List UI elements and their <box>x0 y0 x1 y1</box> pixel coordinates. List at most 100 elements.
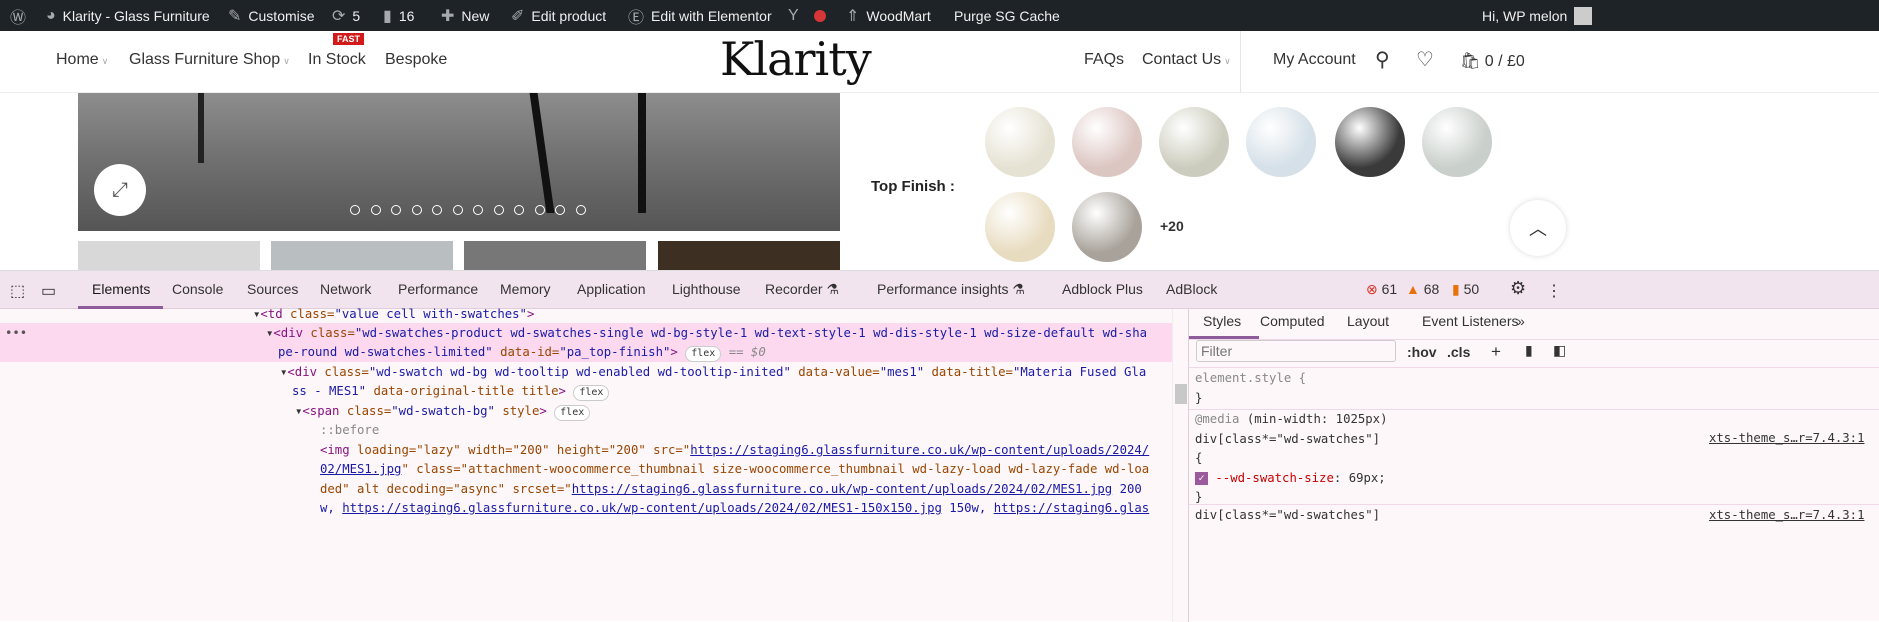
property-checkbox[interactable]: ✓ <box>1195 471 1208 485</box>
gallery-thumbnail[interactable] <box>464 241 646 270</box>
slider-dot[interactable] <box>534 205 545 215</box>
issues-count[interactable]: ▮ 50 <box>1452 281 1479 298</box>
finish-swatch[interactable] <box>1246 107 1316 177</box>
tab-event-listeners[interactable]: Event Listeners <box>1422 313 1519 329</box>
toggle-sidebar-icon[interactable]: ◧ <box>1553 342 1566 359</box>
paint-brush-icon[interactable]: ▮ <box>1525 342 1533 359</box>
dom-node-swatches-div-cont[interactable]: pe-round wd-swatches-limited" data-id="p… <box>278 343 766 363</box>
new-link[interactable]: ✚ New <box>441 0 489 31</box>
media-rule[interactable]: @media (min-width: 1025px) div[class*="wd… <box>1195 410 1388 508</box>
cls-toggle[interactable]: .cls <box>1447 344 1470 360</box>
more-options-icon[interactable]: ⋮ <box>1546 281 1562 301</box>
nav-bespoke[interactable]: Bespoke <box>385 51 447 69</box>
finish-swatch[interactable] <box>985 192 1055 262</box>
tab-recorder[interactable]: Recorder ⚗ <box>765 281 839 298</box>
slider-dot[interactable] <box>370 205 381 215</box>
finish-swatch[interactable] <box>1335 107 1405 177</box>
purge-cache-link[interactable]: Purge SG Cache <box>954 0 1060 31</box>
tab-console[interactable]: Console <box>172 281 223 297</box>
edit-product-link[interactable]: ✐ Edit product <box>511 0 606 31</box>
more-tabs-icon[interactable]: » <box>1517 313 1525 329</box>
device-toolbar-icon[interactable]: ▭ <box>41 281 56 301</box>
tab-network[interactable]: Network <box>320 281 371 297</box>
comments-link[interactable]: ▮ 16 <box>383 0 414 31</box>
tab-adblock[interactable]: AdBlock <box>1166 281 1217 297</box>
wordpress-logo-icon[interactable]: Ⓦ <box>10 0 26 31</box>
nav-in-stock[interactable]: In Stock <box>308 51 366 69</box>
slider-dot[interactable] <box>514 205 524 215</box>
yoast-link[interactable]: Y <box>788 0 826 31</box>
slider-dot[interactable] <box>473 205 483 215</box>
nav-shop[interactable]: Glass Furniture Shop ∨ <box>129 51 290 69</box>
woodmart-link[interactable]: ⇑ WoodMart <box>846 0 931 31</box>
search-icon[interactable]: ⚲ <box>1375 47 1390 72</box>
finish-swatch[interactable] <box>1159 107 1229 177</box>
element-style-rule[interactable]: element.style {} <box>1195 369 1306 408</box>
account-menu[interactable]: Hi, WP melon <box>1482 0 1593 31</box>
tab-styles[interactable]: Styles <box>1203 313 1241 329</box>
customise-link[interactable]: ✎ Customise <box>228 0 315 31</box>
my-account-link[interactable]: My Account <box>1273 51 1356 69</box>
dom-node-swatch-div-cont[interactable]: ss - MES1" data-original-title title> fl… <box>292 382 610 402</box>
tab-memory[interactable]: Memory <box>500 281 551 297</box>
tab-sources[interactable]: Sources <box>247 281 298 297</box>
hov-toggle[interactable]: :hov <box>1407 344 1437 360</box>
warning-count[interactable]: ▲ 68 <box>1406 281 1439 297</box>
tab-adblock-plus[interactable]: Adblock Plus <box>1062 281 1143 297</box>
slider-dot[interactable] <box>391 205 401 215</box>
finish-swatch[interactable] <box>1072 192 1142 262</box>
settings-gear-icon[interactable]: ⚙ <box>1510 278 1526 299</box>
new-rule-plus-icon[interactable]: + <box>1491 342 1501 362</box>
gallery-thumbnail[interactable] <box>658 241 840 270</box>
updates-link[interactable]: ⟳ 5 <box>332 0 360 31</box>
slider-dot[interactable] <box>493 205 504 215</box>
site-logo[interactable]: Klarity <box>720 32 872 86</box>
finish-swatch[interactable] <box>1072 107 1142 177</box>
dom-node-img-cont[interactable]: 02/MES1.jpg" class="attachment-woocommer… <box>320 460 1149 480</box>
nav-faqs[interactable]: FAQs <box>1084 51 1124 69</box>
slider-dot[interactable] <box>555 205 565 215</box>
cart-link[interactable]: 🛍︎ 0 / £0 <box>1460 51 1525 71</box>
swatches-rule[interactable]: div[class*="wd-swatches"] <box>1195 506 1380 526</box>
tab-performance[interactable]: Performance <box>398 281 478 297</box>
dom-node-img[interactable]: <img loading="lazy" width="200" height="… <box>320 441 1149 461</box>
flex-badge[interactable]: flex <box>685 346 722 362</box>
tab-performance-insights[interactable]: Performance insights ⚗ <box>877 281 1025 298</box>
dom-node-td[interactable]: ▾<td class="value cell with-swatches"> <box>253 305 534 325</box>
scrollbar-thumb[interactable] <box>1175 384 1187 404</box>
slider-dot[interactable] <box>452 205 463 215</box>
tab-layout[interactable]: Layout <box>1347 313 1389 329</box>
finish-swatch[interactable] <box>985 107 1055 177</box>
styles-filter-input[interactable] <box>1196 340 1396 362</box>
scroll-to-top-icon[interactable]: ︿ <box>1510 200 1566 256</box>
inspect-element-icon[interactable]: ⬚ <box>10 281 25 301</box>
flex-badge[interactable]: flex <box>573 385 610 401</box>
tab-lighthouse[interactable]: Lighthouse <box>672 281 741 297</box>
dom-node-swatches-div[interactable]: ▾<div class="wd-swatches-product wd-swat… <box>266 324 1147 344</box>
stylesheet-source-link[interactable]: xts-theme_s…r=7.4.3:1 <box>1709 429 1864 449</box>
dom-node-span[interactable]: ▾<span class="wd-swatch-bg" style> flex <box>295 402 591 422</box>
dom-node-img-cont[interactable]: w, https://staging6.glassfurniture.co.uk… <box>320 499 1149 519</box>
dom-node-img-cont[interactable]: ded" alt decoding="async" srcset="https:… <box>320 480 1142 500</box>
elementor-link[interactable]: Ⓔ Edit with Elementor <box>628 0 772 31</box>
fullscreen-expand-icon[interactable]: ⤢ <box>94 164 146 216</box>
slider-dot[interactable] <box>411 205 422 215</box>
error-count[interactable]: ⊗ 61 <box>1366 281 1397 298</box>
slider-dot[interactable] <box>575 205 586 215</box>
tab-elements[interactable]: Elements <box>92 281 150 297</box>
stylesheet-source-link[interactable]: xts-theme_s…r=7.4.3:1 <box>1709 506 1864 526</box>
dom-node-swatch-div[interactable]: ▾<div class="wd-swatch wd-bg wd-tooltip … <box>280 363 1146 383</box>
slider-dot[interactable] <box>350 205 360 215</box>
gallery-thumbnail[interactable] <box>78 241 260 270</box>
nav-home[interactable]: Home ∨ <box>56 51 108 69</box>
wishlist-heart-icon[interactable]: ♡ <box>1416 47 1434 72</box>
tab-application[interactable]: Application <box>577 281 646 297</box>
site-name-link[interactable]: ◕ Klarity - Glass Furniture <box>46 0 210 31</box>
node-menu-icon[interactable]: ••• <box>5 324 27 344</box>
flex-badge[interactable]: flex <box>554 405 591 421</box>
finish-swatch[interactable] <box>1422 107 1492 177</box>
nav-contact[interactable]: Contact Us ∨ <box>1142 51 1231 69</box>
slider-dot[interactable] <box>432 205 442 215</box>
pseudo-before[interactable]: ::before <box>320 421 379 441</box>
tab-computed[interactable]: Computed <box>1260 313 1325 329</box>
